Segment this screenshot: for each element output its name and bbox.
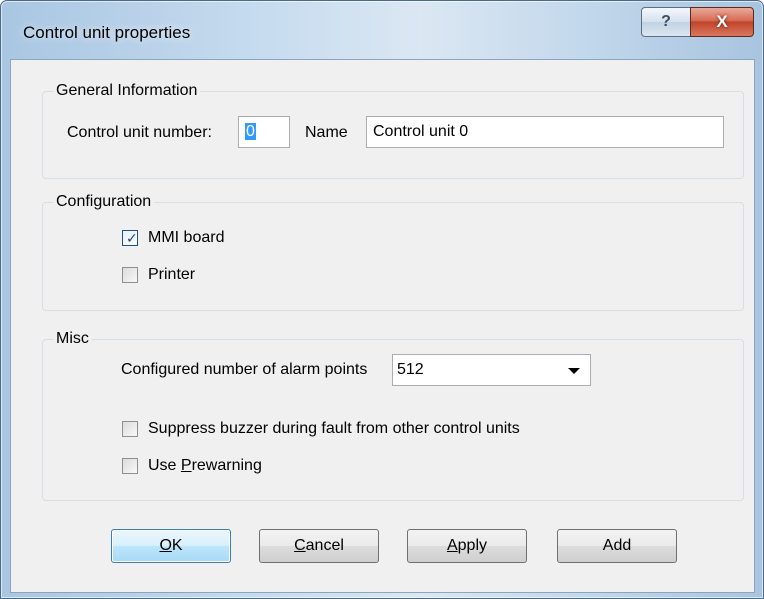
dialog-window: Control unit properties ? X General Info… xyxy=(0,0,764,599)
alarm-points-label: Configured number of alarm points xyxy=(121,361,368,378)
window-title: Control unit properties xyxy=(23,23,191,42)
suppress-buzzer-label: Suppress buzzer during fault from other … xyxy=(148,420,520,437)
general-information-label: General Information xyxy=(53,81,201,101)
configuration-label: Configuration xyxy=(53,192,155,212)
general-information-group: General Information Control unit number:… xyxy=(42,81,744,179)
dialog-client-area: General Information Control unit number:… xyxy=(10,59,755,593)
control-unit-number-label: Control unit number: xyxy=(67,124,212,141)
use-prewarning-checkbox-box[interactable] xyxy=(122,458,138,474)
use-prewarning-label: Use Prewarning xyxy=(148,457,262,474)
alarm-points-dropdown[interactable]: 512 xyxy=(392,354,591,386)
mmi-board-checkbox-box[interactable]: ✓ xyxy=(122,230,138,246)
use-prewarning-checkbox[interactable]: Use Prewarning xyxy=(122,457,262,475)
misc-group: Misc Configured number of alarm points 5… xyxy=(42,329,744,501)
mmi-board-checkbox[interactable]: ✓ MMI board xyxy=(122,229,224,247)
add-button[interactable]: Add xyxy=(557,529,677,563)
mmi-board-label: MMI board xyxy=(148,229,225,246)
printer-checkbox-box[interactable] xyxy=(122,267,138,283)
printer-label: Printer xyxy=(148,266,196,283)
configuration-group: Configuration ✓ MMI board Printer xyxy=(42,192,744,311)
suppress-buzzer-checkbox[interactable]: Suppress buzzer during fault from other … xyxy=(122,420,520,438)
alarm-points-value: 512 xyxy=(397,361,424,378)
close-icon: X xyxy=(716,12,728,31)
control-unit-number-input[interactable]: 0 xyxy=(238,116,290,148)
suppress-buzzer-checkbox-box[interactable] xyxy=(122,421,138,437)
control-unit-number-value: 0 xyxy=(245,123,256,140)
close-button[interactable]: X xyxy=(690,7,754,37)
chevron-down-icon[interactable] xyxy=(568,368,580,374)
cancel-button[interactable]: Cancel xyxy=(259,529,379,563)
help-button[interactable]: ? xyxy=(641,7,691,37)
apply-button[interactable]: Apply xyxy=(407,529,527,563)
checkmark-icon: ✓ xyxy=(126,230,138,246)
title-bar[interactable]: Control unit properties ? X xyxy=(1,1,763,59)
name-input[interactable] xyxy=(366,116,724,148)
printer-checkbox[interactable]: Printer xyxy=(122,266,195,284)
help-icon: ? xyxy=(661,13,671,30)
misc-label: Misc xyxy=(53,329,92,349)
name-label: Name xyxy=(305,124,348,141)
ok-button[interactable]: OK xyxy=(111,529,231,563)
